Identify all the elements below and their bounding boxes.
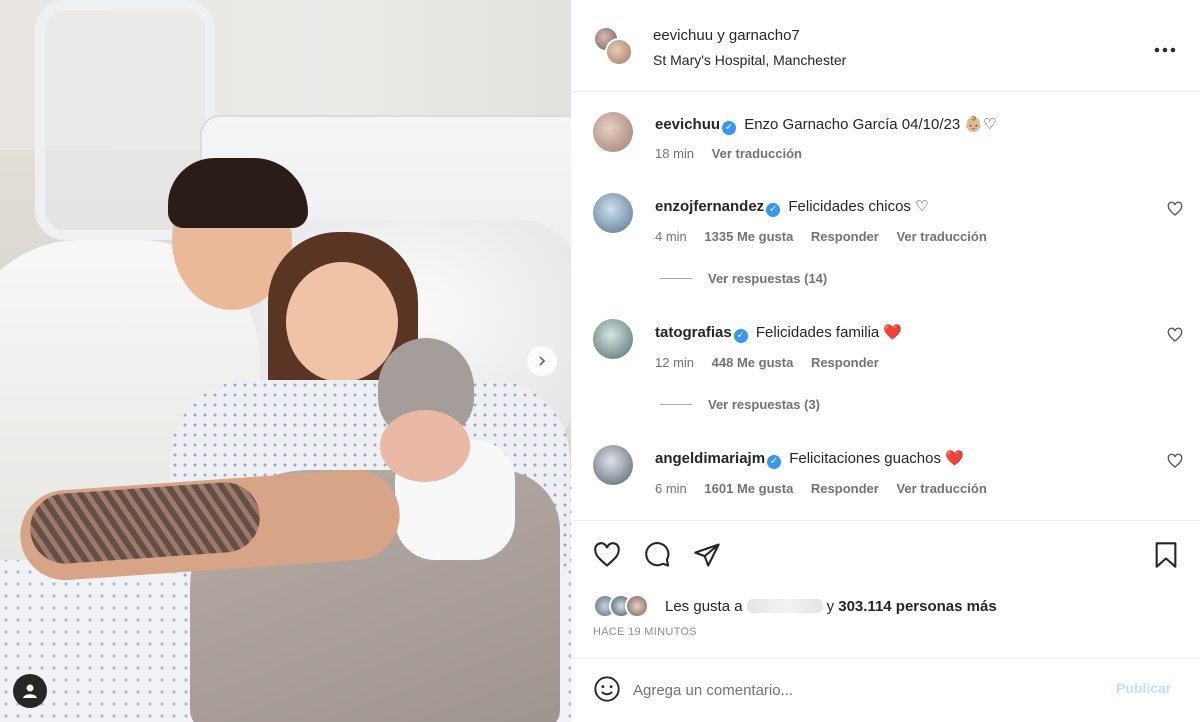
comment-likes[interactable]: 448 Me gusta <box>712 355 794 370</box>
likes-text: Les gusta a y 303.114 personas más <box>665 598 997 615</box>
translate-link[interactable]: Ver traducción <box>896 229 986 244</box>
post-header: eevichuu y garnacho7 St Mary's Hospital,… <box>571 0 1200 92</box>
view-replies-label: Ver respuestas (14) <box>708 271 828 286</box>
share-button[interactable] <box>693 541 721 574</box>
more-options-button[interactable] <box>1154 36 1176 59</box>
like-comment-button[interactable] <box>1167 327 1183 348</box>
translate-link[interactable]: Ver traducción <box>896 481 986 496</box>
heart-icon <box>1167 453 1183 468</box>
more-icon <box>1154 47 1176 53</box>
heart-icon <box>594 542 620 567</box>
comment-likes[interactable]: 1335 Me gusta <box>704 229 793 244</box>
collab-avatars[interactable] <box>593 26 633 66</box>
post-authors[interactable]: eevichuu y garnacho7 <box>653 27 800 44</box>
comment-line: enzojfernandez ✓ Felicidades chicos ♡ <box>655 197 929 217</box>
comment-username[interactable]: angeldimariajm <box>655 450 765 467</box>
reply-button[interactable]: Responder <box>811 229 879 244</box>
comment-time: 12 min <box>655 355 695 370</box>
comment-icon <box>645 542 670 567</box>
view-replies-button[interactable]: Ver respuestas (3) <box>660 397 820 412</box>
view-replies-label: Ver respuestas (3) <box>708 397 821 412</box>
avatar <box>605 38 633 66</box>
caption-line: eevichuu ✓ Enzo Garnacho García 04/10/23 … <box>655 115 996 135</box>
view-replies-button[interactable]: Ver respuestas (14) <box>660 271 827 286</box>
replies-divider <box>660 404 692 405</box>
blurred-username <box>746 599 823 613</box>
verified-badge-icon: ✓ <box>766 203 781 217</box>
comment-username[interactable]: tatografias <box>655 324 732 341</box>
heart-icon <box>1167 201 1183 216</box>
comment-meta: 12 min 448 Me gusta Responder <box>655 355 893 370</box>
heart-icon <box>1167 327 1183 342</box>
comment-item: tatografias ✓ Felicidades familia ❤️ 12 m… <box>571 311 1200 421</box>
comment-time: 4 min <box>655 229 687 244</box>
comment-username[interactable]: enzojfernandez <box>655 198 764 215</box>
avatar[interactable] <box>593 193 633 233</box>
caption-meta: 18 min Ver traducción <box>655 146 816 161</box>
post-photo[interactable] <box>0 0 571 722</box>
avatar[interactable] <box>593 112 633 152</box>
verified-badge-icon: ✓ <box>767 455 782 469</box>
comment-meta: 6 min 1601 Me gusta Responder Ver traduc… <box>655 481 1001 496</box>
comment-time: 6 min <box>655 481 687 496</box>
photo-woman-face <box>286 262 398 382</box>
likes-count[interactable]: 303.114 personas más <box>838 598 996 615</box>
bookmark-icon <box>1155 542 1177 568</box>
comment-text: Felicidades chicos ♡ <box>788 198 929 215</box>
comment-input[interactable] <box>633 671 1093 709</box>
post-details-panel: eevichuu y garnacho7 St Mary's Hospital,… <box>571 0 1200 722</box>
caption-username[interactable]: eevichuu <box>655 116 720 133</box>
avatar[interactable] <box>593 445 633 485</box>
share-icon <box>694 543 720 567</box>
likes-prefix: Les gusta a <box>665 598 743 615</box>
comment-text: Felicitaciones guachos ❤️ <box>789 450 964 467</box>
emoji-button[interactable] <box>593 675 621 708</box>
like-comment-button[interactable] <box>1167 201 1183 222</box>
reply-button[interactable]: Responder <box>811 481 879 496</box>
photo-man-hair <box>168 158 308 228</box>
user-icon <box>23 684 37 698</box>
post-time-ago: HACE 19 MINUTOS <box>593 626 697 638</box>
comment-likes[interactable]: 1601 Me gusta <box>704 481 793 496</box>
comment-line: tatografias ✓ Felicidades familia ❤️ <box>655 323 902 343</box>
verified-badge-icon: ✓ <box>733 329 748 343</box>
comment-item: enzojfernandez ✓ Felicidades chicos ♡ 4 m… <box>571 185 1200 295</box>
avatar <box>625 594 649 618</box>
emoji-icon <box>594 676 620 702</box>
chevron-right-icon <box>539 356 546 366</box>
like-comment-button[interactable] <box>1167 453 1183 474</box>
comment-line: angeldimariajm ✓ Felicitaciones guachos ❤… <box>655 449 964 469</box>
post-caption: eevichuu ✓ Enzo Garnacho García 04/10/23 … <box>571 100 1200 180</box>
post-location[interactable]: St Mary's Hospital, Manchester <box>653 52 846 68</box>
likes-connector: y <box>826 598 835 615</box>
photo-baby-face <box>380 410 470 482</box>
reply-button[interactable]: Responder <box>811 355 879 370</box>
avatar[interactable] <box>593 319 633 359</box>
add-comment-bar: Publicar <box>571 658 1200 722</box>
verified-badge-icon: ✓ <box>722 121 737 135</box>
translate-link[interactable]: Ver traducción <box>712 146 802 161</box>
tagged-users-button[interactable] <box>13 674 47 708</box>
replies-divider <box>660 278 692 279</box>
comment-text: Felicidades familia ❤️ <box>755 324 903 341</box>
caption-text: Enzo Garnacho García 04/10/23 👶🏼♡ <box>744 116 997 133</box>
caption-time: 18 min <box>655 146 695 161</box>
next-image-button[interactable] <box>527 346 557 376</box>
comment-button[interactable] <box>643 541 671 574</box>
publish-button[interactable]: Publicar <box>1116 680 1171 696</box>
save-button[interactable] <box>1153 541 1179 574</box>
like-button[interactable] <box>593 541 621 574</box>
post-actions: Les gusta a y 303.114 personas más HACE 1… <box>571 520 1200 660</box>
comment-meta: 4 min 1335 Me gusta Responder Ver traduc… <box>655 229 1001 244</box>
